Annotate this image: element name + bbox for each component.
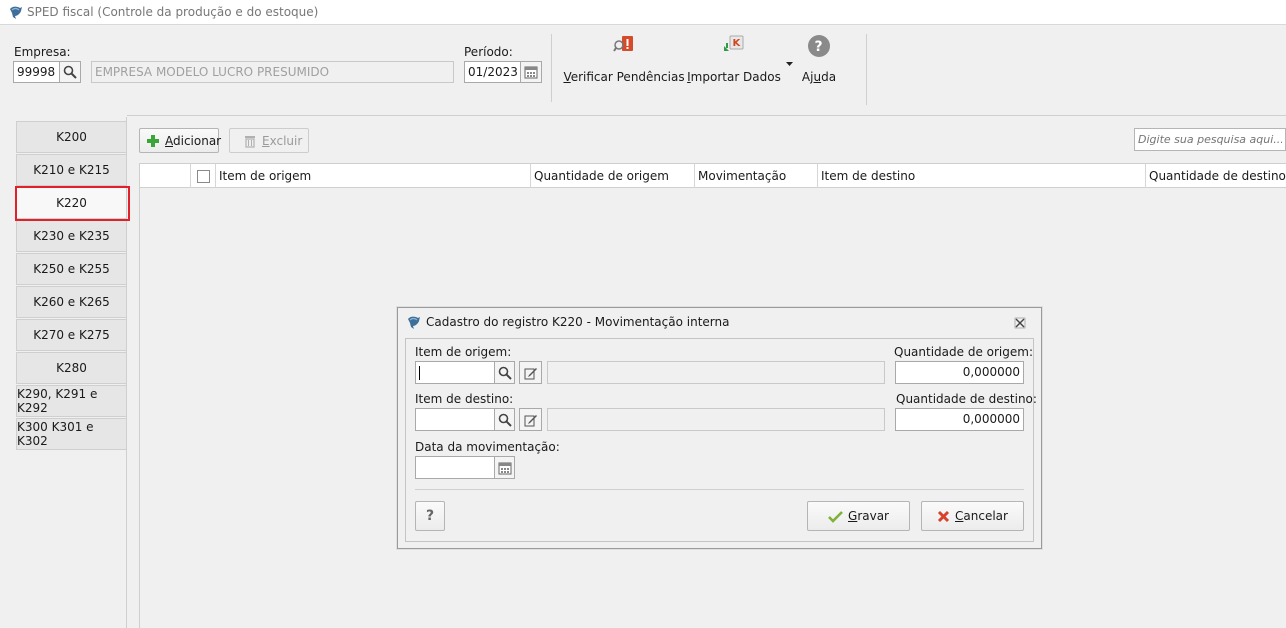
periodo-label: Período:: [464, 45, 513, 59]
plus-icon: [147, 134, 159, 147]
tab-k270-k275[interactable]: K270 e K275: [16, 319, 127, 351]
excluir-button[interactable]: Excluir: [229, 128, 309, 153]
empresa-search-button[interactable]: [59, 61, 81, 83]
dialog-title: Cadastro do registro K220 - Movimentação…: [426, 315, 730, 329]
adicionar-button[interactable]: Adicionar: [139, 128, 222, 153]
select-all-checkbox[interactable]: [197, 169, 210, 183]
item-destino-label: Item de destino:: [415, 392, 514, 406]
item-origem-input[interactable]: [415, 361, 495, 384]
adicionar-label: dicionar: [173, 133, 222, 148]
item-destino-search-button[interactable]: [494, 408, 515, 431]
verificar-pendencias-button[interactable]: Verificar Pendências: [563, 34, 685, 84]
excluir-label: xcluir: [269, 133, 303, 148]
close-icon: [1014, 317, 1026, 329]
grid-col-item-destino[interactable]: Item de destino: [818, 164, 1146, 188]
svg-text:K: K: [733, 38, 742, 49]
search-icon: [63, 65, 77, 79]
tab-k200[interactable]: K200: [16, 121, 127, 153]
edit-icon: [524, 367, 537, 379]
app-logo-icon: [408, 316, 420, 329]
grid-header-indicator: [140, 164, 191, 188]
grid-header-select-all[interactable]: [191, 164, 216, 188]
cancelar-label: ancelar: [963, 509, 1008, 523]
dialog-titlebar: Cadastro do registro K220 - Movimentação…: [398, 308, 1041, 336]
gravar-label: ravar: [857, 509, 889, 523]
dialog-close-button[interactable]: [1013, 316, 1027, 330]
gravar-button[interactable]: Gravar: [807, 501, 910, 531]
periodo-input[interactable]: 01/2023: [464, 61, 521, 83]
tab-k230-k235[interactable]: K230 e K235: [16, 220, 127, 252]
grid-header: Item de origem Quantidade de origem Movi…: [140, 164, 1286, 188]
ajuda-button[interactable]: ? Ajuda: [801, 34, 837, 84]
qtd-origem-input[interactable]: 0,000000: [895, 361, 1024, 384]
import-icon: K: [724, 35, 744, 51]
item-origem-description: [547, 361, 885, 384]
cancelar-button[interactable]: Cancelar: [921, 501, 1024, 531]
cancel-x-icon: [937, 510, 950, 522]
gravar-label-accel: G: [848, 509, 858, 523]
adicionar-label-accel: A: [165, 133, 173, 148]
tab-k220[interactable]: K220: [16, 187, 127, 219]
trash-icon: [245, 135, 255, 148]
importar-label: mportar Dados: [690, 70, 781, 84]
qtd-destino-label: Quantidade de destino:: [896, 392, 1037, 406]
data-movimentacao-label: Data da movimentação:: [415, 440, 560, 454]
ajuda-label-accel: u: [813, 70, 822, 84]
grid-col-item-origem[interactable]: Item de origem: [216, 164, 531, 188]
excluir-label-accel: E: [262, 133, 270, 148]
data-calendar-button[interactable]: [494, 456, 515, 479]
item-destino-input[interactable]: [415, 408, 495, 431]
verificar-label: erificar Pendências: [570, 70, 685, 84]
edit-icon: [524, 414, 537, 426]
empresa-code-input[interactable]: 99998: [13, 61, 60, 83]
search-icon: [498, 413, 512, 427]
svg-text:?: ?: [815, 39, 823, 55]
text-cursor: [419, 365, 420, 380]
window-titlebar: SPED fiscal (Controle da produção e do e…: [0, 0, 1286, 25]
toolbar-separator-2: [866, 34, 867, 105]
empresa-label: Empresa:: [14, 45, 71, 59]
dialog-divider: [415, 489, 1024, 490]
grid-col-qtd-origem[interactable]: Quantidade de origem: [531, 164, 695, 188]
tab-k280[interactable]: K280: [16, 352, 127, 384]
item-destino-description: [547, 408, 885, 431]
item-origem-edit-button[interactable]: [519, 361, 542, 384]
item-destino-edit-button[interactable]: [519, 408, 542, 431]
help-icon: ?: [808, 35, 830, 57]
grid-col-qtd-destino[interactable]: Quantidade de destino: [1146, 164, 1286, 188]
tab-k250-k255[interactable]: K250 e K255: [16, 253, 127, 285]
item-origem-label: Item de origem:: [415, 345, 512, 359]
window-title: SPED fiscal (Controle da produção e do e…: [27, 5, 319, 19]
importar-dropdown-arrow-icon[interactable]: [786, 62, 793, 66]
qtd-origem-label: Quantidade de origem:: [894, 345, 1033, 359]
tab-k300-k301-k302[interactable]: K300 K301 e K302: [16, 418, 127, 450]
search-icon: [498, 366, 512, 380]
search-input[interactable]: [1134, 128, 1286, 151]
check-icon: [828, 510, 843, 523]
app-logo-icon: [10, 6, 22, 19]
periodo-calendar-button[interactable]: [520, 61, 542, 83]
item-origem-search-button[interactable]: [494, 361, 515, 384]
calendar-icon: [524, 66, 538, 79]
grid-col-movimentacao[interactable]: Movimentação: [695, 164, 818, 188]
tab-k260-k265[interactable]: K260 e K265: [16, 286, 127, 318]
calendar-icon: [498, 462, 511, 474]
ajuda-label-post: da: [821, 70, 837, 84]
ajuda-label-pre: Aj: [801, 70, 814, 84]
qtd-destino-input[interactable]: 0,000000: [895, 408, 1024, 431]
verificar-label-accel: V: [563, 70, 571, 84]
k220-dialog: Cadastro do registro K220 - Movimentação…: [397, 307, 1042, 549]
importar-dados-button[interactable]: K Importar Dados: [687, 34, 781, 84]
empresa-name-field: EMPRESA MODELO LUCRO PRESUMIDO: [91, 61, 454, 83]
tab-k290-k291-k292[interactable]: K290, K291 e K292: [16, 385, 127, 417]
tab-k210-k215[interactable]: K210 e K215: [16, 154, 127, 186]
toolbar-separator: [551, 34, 552, 102]
warning-document-icon: [613, 36, 633, 52]
dialog-help-button[interactable]: ?: [415, 501, 445, 531]
data-movimentacao-input[interactable]: [415, 456, 495, 479]
